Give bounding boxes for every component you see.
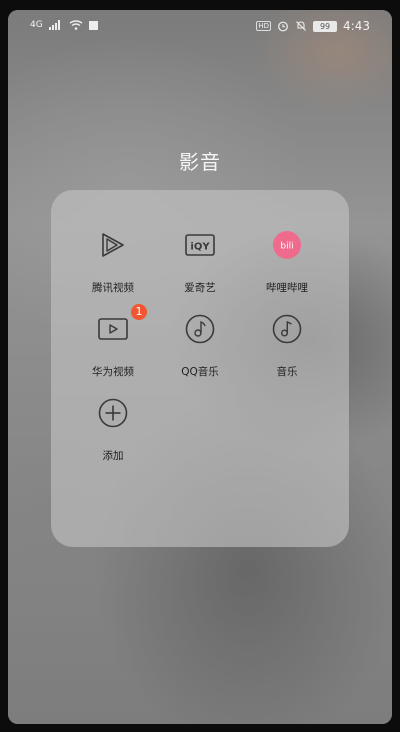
- app-bilibili[interactable]: bili 哔哩哔哩: [241, 220, 333, 302]
- mute-icon: [296, 21, 306, 31]
- wifi-icon: [69, 20, 83, 30]
- clock-time: 4:43: [343, 19, 370, 33]
- bilibili-icon: bili: [272, 230, 302, 260]
- iqiyi-icon: iQY: [185, 230, 215, 260]
- battery-level: 99: [319, 21, 331, 31]
- phone-screen: 4G HD 99 4:43 影音 腾讯视频 iQY 爱奇艺 bili 哔哩哔哩 …: [8, 10, 392, 724]
- app-label: 添加: [102, 450, 124, 462]
- notification-badge: 1: [131, 304, 147, 320]
- app-label: 爱奇艺: [184, 282, 216, 294]
- app-huawei-video[interactable]: 1 华为视频: [67, 304, 159, 386]
- status-bar-right: HD 99 4:43: [256, 19, 370, 33]
- app-label: 哔哩哔哩: [266, 282, 308, 294]
- hd-icon: HD: [256, 21, 272, 31]
- battery-icon: 99: [313, 20, 338, 32]
- app-tencent-video[interactable]: 腾讯视频: [67, 220, 159, 302]
- signal-icon: [48, 20, 60, 30]
- iqiyi-icon-text: iQY: [190, 242, 210, 253]
- add-icon: [98, 398, 128, 428]
- folder-title[interactable]: 影音: [8, 146, 392, 175]
- bilibili-icon-text: bili: [280, 242, 293, 252]
- app-label: 音乐: [276, 366, 298, 378]
- alarm-icon: [278, 21, 288, 32]
- app-label: 华为视频: [92, 366, 134, 378]
- app-iqiyi[interactable]: iQY 爱奇艺: [154, 220, 246, 302]
- device-frame: 4G HD 99 4:43 影音 腾讯视频 iQY 爱奇艺 bili 哔哩哔哩 …: [0, 0, 400, 732]
- network-type: 4G: [30, 20, 43, 30]
- folder-panel: 腾讯视频 iQY 爱奇艺 bili 哔哩哔哩 1 华为视频 QQ音乐 音乐 添加: [51, 190, 349, 547]
- app-label: 腾讯视频: [92, 282, 134, 294]
- qq-music-icon: [185, 314, 215, 344]
- status-bar-left: 4G: [30, 20, 98, 30]
- notification-square-icon: [88, 20, 98, 30]
- huawei-video-icon: [98, 314, 128, 344]
- tencent-video-icon: [98, 230, 128, 260]
- add-app-button[interactable]: 添加: [67, 388, 159, 470]
- status-bar: 4G HD 99 4:43: [8, 10, 392, 42]
- music-icon: [272, 314, 302, 344]
- app-music[interactable]: 音乐: [241, 304, 333, 386]
- app-qq-music[interactable]: QQ音乐: [154, 304, 246, 386]
- app-label: QQ音乐: [181, 366, 219, 378]
